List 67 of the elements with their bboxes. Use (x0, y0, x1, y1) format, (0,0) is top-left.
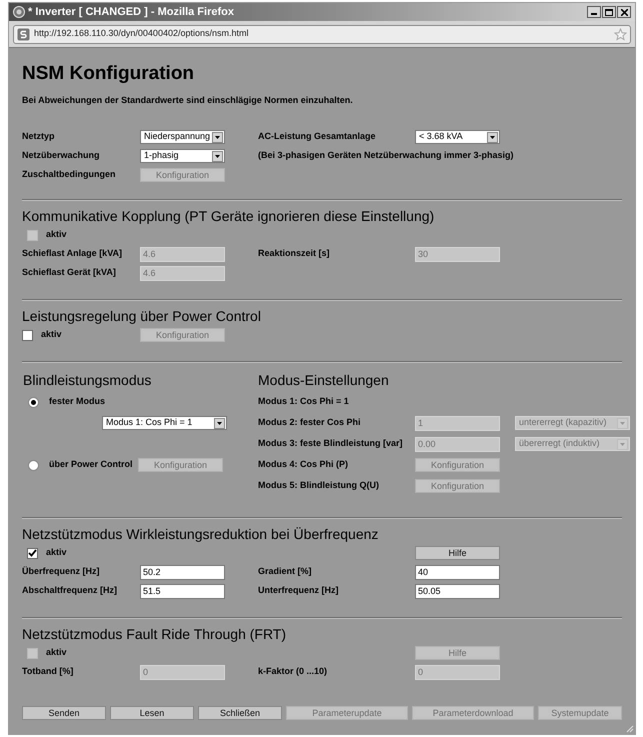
url-text: http://192.168.110.30/dyn/00400402/options/nsm.html (34, 27, 248, 40)
checkbox-label: aktiv (46, 646, 67, 660)
input-field[interactable]: 50.2 (140, 564, 225, 580)
resize-grip-icon[interactable] (626, 725, 634, 733)
dropdown-arrow-icon (490, 136, 495, 138)
minimize-button[interactable] (587, 6, 601, 18)
maximize-button[interactable] (602, 6, 616, 18)
field-label: Modus 3: feste Blindleistung [var] (258, 437, 403, 450)
field-label: Modus 4: Cos Phi (P) (258, 458, 348, 472)
browser-icon (13, 6, 25, 18)
window-title: * Inverter [ CHANGED ] - Mozilla Firefox (28, 4, 234, 20)
address-bar[interactable]: http://192.168.110.30/dyn/00400402/options/nsm.html (13, 24, 631, 44)
field-label: Schieflast Gerät [kVA] (22, 266, 116, 280)
field-label: k-Faktor (0 ...10) (258, 665, 328, 678)
section-title: Netzstützmodus Fault Ride Through (FRT) (22, 624, 288, 644)
button[interactable]: Senden (22, 706, 106, 720)
section-title: Kommunikative Kopplung (PT Geräte ignorieren diese Einstellung) (22, 206, 436, 226)
checkbox[interactable] (27, 548, 38, 558)
checkbox-label: aktiv (46, 228, 67, 242)
field-label: Reaktionszeit [s] (258, 247, 330, 260)
dropdown[interactable]: Modus 1: Cos Phi = 1 (102, 416, 227, 430)
radio-label: fester Modus (49, 395, 106, 408)
dropdown-arrow-icon (620, 422, 625, 424)
dropdown[interactable]: < 3.68 kVA (415, 130, 500, 144)
input-field[interactable]: 51.5 (140, 584, 225, 598)
field-label: Abschaltfrequenz [Hz] (22, 584, 118, 598)
radio-label: über Power Control (49, 458, 134, 472)
checkbox-label: aktiv (41, 328, 62, 342)
section-title: Modus-Einstellungen (258, 370, 390, 390)
section-title: Netzstützmodus Wirkleistungsreduktion bei Überfrequenz (22, 524, 380, 544)
input-field[interactable]: 40 (415, 564, 500, 580)
field-label: Netzüberwachung (22, 149, 100, 162)
field-label: Modus 5: Blindleistung Q(U) (258, 479, 379, 492)
input-field[interactable]: 50.05 (415, 584, 500, 598)
field-label: AC-Leistung Gesamtanlage (258, 130, 376, 144)
close-icon (620, 8, 628, 16)
section-title: Blindleistungsmodus (22, 370, 152, 390)
info-note: (Bei 3-phasigen Geräten Netzüberwachung immer 3-phasig) (258, 149, 514, 162)
dropdown-arrow-icon (215, 154, 220, 158)
field-label: Modus 2: fester Cos Phi (258, 416, 361, 430)
button[interactable]: Lesen (110, 706, 194, 720)
field-label: Netztyp (22, 130, 55, 144)
dropdown-arrow-icon (620, 442, 625, 446)
radio-button[interactable] (28, 396, 39, 408)
dropdown[interactable]: 1-phasig (140, 149, 225, 163)
page-title: NSM Konfiguration (22, 62, 196, 86)
site-icon (17, 28, 30, 40)
intro-note: Bei Abweichungen der Standardwerte sind einschlägige Normen einzuhalten. (22, 94, 354, 107)
button[interactable]: Hilfe (415, 546, 500, 560)
close-button[interactable] (617, 6, 631, 18)
field-label: Schieflast Anlage [kVA] (22, 247, 122, 260)
field-label: Zuschaltbedingungen (22, 168, 116, 182)
field-label: Gradient [%] (258, 565, 312, 578)
radio-button[interactable] (28, 460, 39, 470)
dropdown-arrow-icon (217, 422, 222, 424)
field-label: Überfrequenz [Hz] (22, 565, 100, 578)
dropdown-arrow-icon (215, 136, 220, 138)
star-icon[interactable] (614, 28, 627, 40)
field-label: Unterfrequenz [Hz] (258, 584, 338, 598)
checkbox-label: aktiv (46, 546, 67, 560)
button[interactable]: Schließen (198, 706, 282, 720)
section-title: Leistungsregelung über Power Control (22, 306, 262, 326)
dropdown[interactable]: Niederspannung (140, 130, 225, 144)
maximize-icon (605, 8, 613, 16)
field-label: Modus 1: Cos Phi = 1 (258, 395, 349, 408)
field-label: Totband [%] (22, 665, 74, 678)
checkbox[interactable] (22, 330, 33, 340)
